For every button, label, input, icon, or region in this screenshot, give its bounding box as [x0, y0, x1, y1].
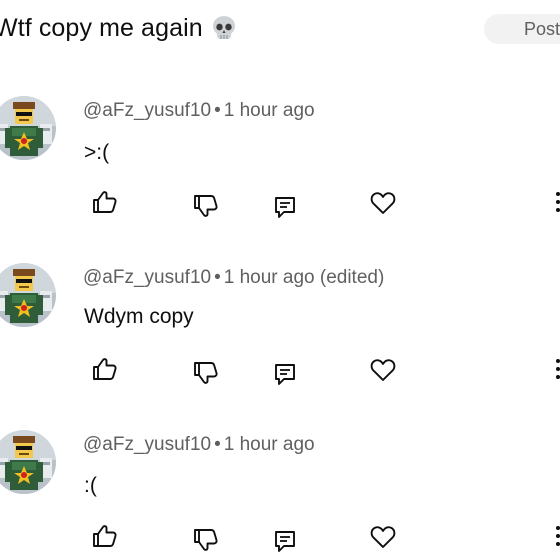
heart-icon[interactable]: [367, 521, 399, 553]
comment-item: @aFz_yusuf10 • 1 hour ago :(: [0, 0, 560, 552]
dislike-icon[interactable]: [190, 522, 222, 554]
comment-time: 1 hour ago: [223, 267, 315, 288]
more-vertical-icon[interactable]: [548, 186, 560, 218]
comment-author[interactable]: @aFz_yusuf10: [83, 267, 211, 288]
meta-separator: •: [214, 267, 221, 288]
reply-icon[interactable]: [269, 358, 301, 390]
comment-text: :(: [84, 474, 97, 497]
dislike-icon[interactable]: [190, 355, 222, 387]
like-icon[interactable]: [89, 353, 121, 385]
comment-meta: @aFz_yusuf10 • 1 hour ago (edited): [83, 267, 384, 289]
like-icon[interactable]: [89, 186, 121, 218]
more-vertical-icon[interactable]: [548, 353, 560, 385]
edited-label: (edited): [319, 267, 385, 288]
comment-text: Wdym copy: [84, 305, 194, 328]
meta-separator: •: [214, 434, 221, 455]
dislike-icon[interactable]: [190, 188, 222, 220]
reply-icon[interactable]: [269, 525, 301, 557]
reply-icon[interactable]: [269, 191, 301, 223]
more-vertical-icon[interactable]: [548, 520, 560, 552]
avatar[interactable]: [0, 430, 56, 494]
heart-icon[interactable]: [367, 187, 399, 219]
avatar[interactable]: [0, 263, 56, 327]
comment-meta: @aFz_yusuf10 • 1 hour ago: [83, 434, 315, 456]
heart-icon[interactable]: [367, 354, 399, 386]
comment-author[interactable]: @aFz_yusuf10: [83, 434, 211, 455]
like-icon[interactable]: [89, 520, 121, 552]
comment-time: 1 hour ago: [223, 434, 315, 455]
